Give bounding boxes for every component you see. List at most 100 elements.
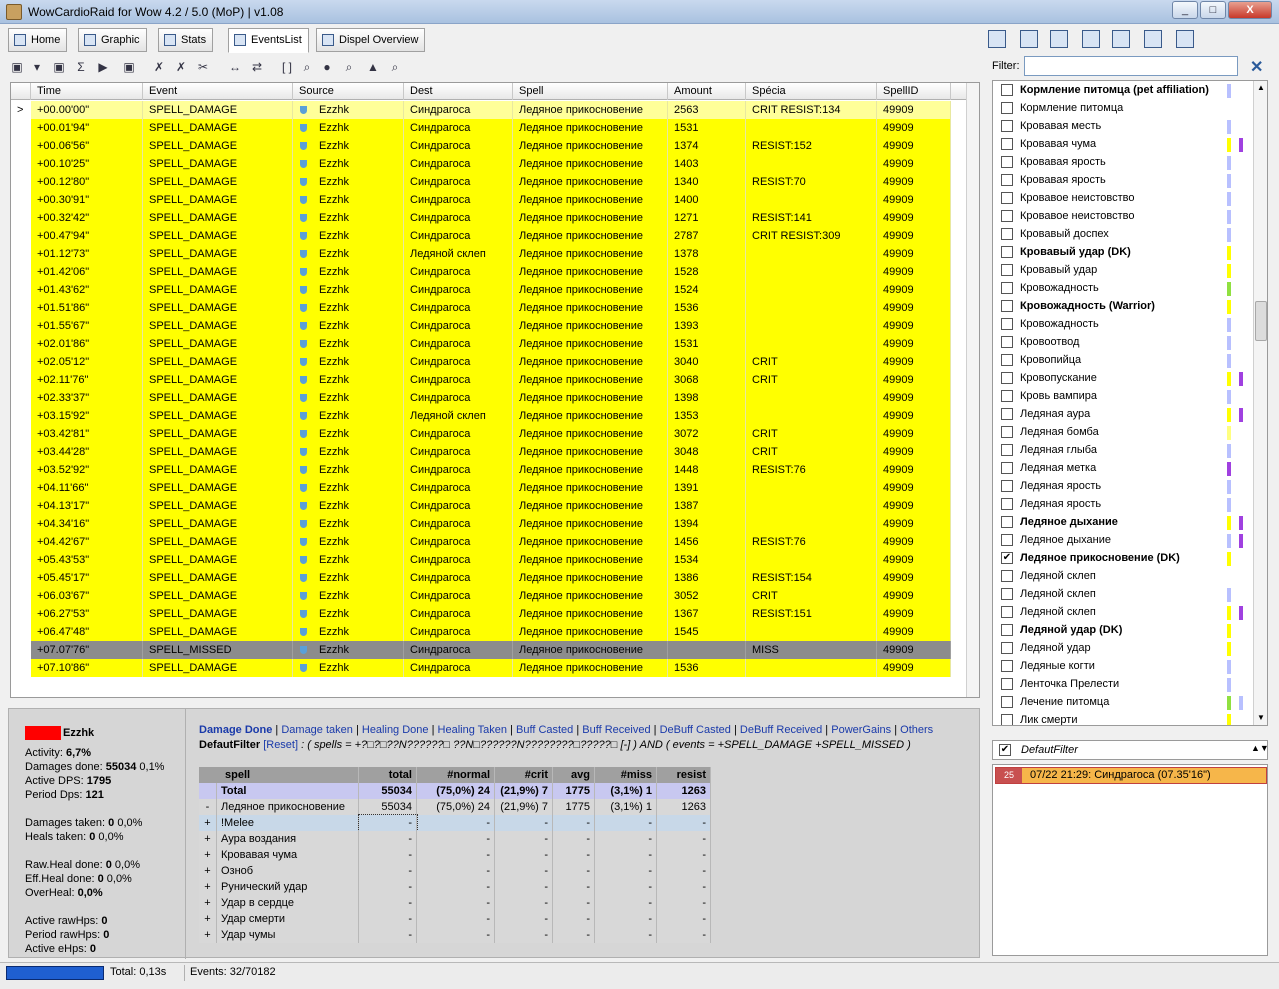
table-row[interactable]: > +00.00'00" SPELL_DAMAGE Ezzhk Синдрагоса Ле… <box>11 101 979 119</box>
filter-checkbox[interactable] <box>1001 156 1013 168</box>
table-row[interactable]: +00.47'94" SPELL_DAMAGE Ezzhk Синдрагоса Лед… <box>11 227 979 245</box>
filter-checkbox[interactable] <box>1001 282 1013 294</box>
table-row[interactable]: +03.42'81" SPELL_DAMAGE Ezzhk Синдрагоса Лед… <box>11 425 979 443</box>
expand-toggle[interactable] <box>199 783 217 799</box>
filter-checkbox[interactable] <box>1001 714 1013 725</box>
filter-item[interactable]: Ледяное дыхание <box>993 531 1251 549</box>
table-row[interactable]: +06.27'53" SPELL_DAMAGE Ezzhk Синдрагоса Лед… <box>11 605 979 623</box>
spell-table-row[interactable]: + Кровавая чума - - - - - - <box>199 847 711 863</box>
spell-table-row[interactable]: + !Melee - - - - - - <box>199 814 711 832</box>
spell-table-row[interactable]: + Рунический удар - - - - - - <box>199 879 711 895</box>
link-buff-casted[interactable]: Buff Casted <box>516 724 573 736</box>
table-row[interactable]: +01.51'86" SPELL_DAMAGE Ezzhk Синдрагоса Лед… <box>11 299 979 317</box>
table-row[interactable]: +00.30'91" SPELL_DAMAGE Ezzhk Синдрагоса Лед… <box>11 191 979 209</box>
tab-dispel-overview[interactable]: Dispel Overview <box>316 28 426 52</box>
column-header-event[interactable]: Event <box>143 83 293 100</box>
tag-icon[interactable] <box>1144 30 1162 48</box>
column-header-spellid[interactable]: SpellID <box>877 83 951 100</box>
filter-item[interactable]: Ледяной склеп <box>993 567 1251 585</box>
table-row[interactable]: +01.43'62" SPELL_DAMAGE Ezzhk Синдрагоса Лед… <box>11 281 979 299</box>
filter-item[interactable]: Кровожадность <box>993 279 1251 297</box>
column-header-spcia[interactable]: Spécia <box>746 83 877 100</box>
dropdown-icon[interactable]: ▲▼ <box>1251 743 1269 753</box>
list-icon[interactable] <box>988 30 1006 48</box>
spell-table-row[interactable]: + Удар в сердце - - - - - - <box>199 895 711 911</box>
filter-item[interactable]: Лечение питомца <box>993 693 1251 711</box>
filter-checkbox[interactable] <box>1001 534 1013 546</box>
filter-item[interactable]: Кровожадность (Warrior) <box>993 297 1251 315</box>
filter-checkbox[interactable] <box>1001 120 1013 132</box>
cross-red-icon[interactable]: ✗ <box>172 58 190 76</box>
close-button[interactable]: X <box>1228 1 1272 19</box>
filter-checkbox[interactable] <box>1001 192 1013 204</box>
header-total[interactable]: total <box>359 767 417 783</box>
cross-icon[interactable]: ✗ <box>150 58 168 76</box>
link-debuff-received[interactable]: DeBuff Received <box>740 724 822 736</box>
filter-item[interactable]: Ледяной удар <box>993 639 1251 657</box>
filter-item[interactable]: Кровавое неистовство <box>993 189 1251 207</box>
table-icon[interactable] <box>1050 30 1068 48</box>
table-row[interactable]: +00.01'94" SPELL_DAMAGE Ezzhk Синдрагоса Лед… <box>11 119 979 137</box>
scroll-down-icon[interactable]: ▼ <box>1254 711 1267 725</box>
column-header-dest[interactable]: Dest <box>404 83 513 100</box>
table-row[interactable]: +03.44'28" SPELL_DAMAGE Ezzhk Синдрагоса Лед… <box>11 443 979 461</box>
table-row[interactable]: +00.12'80" SPELL_DAMAGE Ezzhk Синдрагоса Лед… <box>11 173 979 191</box>
filter-checkbox[interactable] <box>1001 372 1013 384</box>
filter-item[interactable]: Кровавая ярость <box>993 153 1251 171</box>
filter-checkbox[interactable] <box>1001 264 1013 276</box>
filter-item[interactable]: Кровоотвод <box>993 333 1251 351</box>
table-row[interactable]: +00.32'42" SPELL_DAMAGE Ezzhk Синдрагоса Лед… <box>11 209 979 227</box>
expand-toggle[interactable]: + <box>199 911 217 927</box>
expand-toggle[interactable]: + <box>199 927 217 943</box>
table-row[interactable]: +04.34'16" SPELL_DAMAGE Ezzhk Синдрагоса Лед… <box>11 515 979 533</box>
filter-checkbox[interactable] <box>1001 300 1013 312</box>
filter-item[interactable]: Кормление питомца (pet affiliation) <box>993 81 1251 99</box>
table-row[interactable]: +04.42'67" SPELL_DAMAGE Ezzhk Синдрагоса Лед… <box>11 533 979 551</box>
filter-checkbox[interactable] <box>1001 84 1013 96</box>
filter-item[interactable]: Ледяной склеп <box>993 603 1251 621</box>
swap-icon[interactable]: ⇄ <box>248 58 266 76</box>
filter-item[interactable]: Кровавый доспех <box>993 225 1251 243</box>
filter-item[interactable]: Ледяная ярость <box>993 495 1251 513</box>
table-row[interactable]: +01.42'06" SPELL_DAMAGE Ezzhk Синдрагоса Лед… <box>11 263 979 281</box>
filter-checkbox[interactable] <box>1001 624 1013 636</box>
column-header-amount[interactable]: Amount <box>668 83 746 100</box>
scissors-icon[interactable]: ✂ <box>194 58 212 76</box>
filter-checkbox[interactable] <box>1001 696 1013 708</box>
spell-table-row[interactable]: + Аура воздания - - - - - - <box>199 831 711 847</box>
sum-icon[interactable]: Σ <box>72 58 90 76</box>
filter-checkbox[interactable] <box>1001 678 1013 690</box>
expand-toggle[interactable]: + <box>199 895 217 911</box>
link-buff-received[interactable]: Buff Received <box>582 724 650 736</box>
tab-home[interactable]: Home <box>8 28 68 52</box>
filter-item[interactable]: Кровавое неистовство <box>993 207 1251 225</box>
table-row[interactable]: +04.13'17" SPELL_DAMAGE Ezzhk Синдрагоса Лед… <box>11 497 979 515</box>
table-row[interactable]: +03.52'92" SPELL_DAMAGE Ezzhk Синдрагоса Лед… <box>11 461 979 479</box>
link-damage-done[interactable]: Damage Done <box>199 724 272 736</box>
table-row[interactable]: +07.10'86" SPELL_DAMAGE Ezzhk Синдрагоса Лед… <box>11 659 979 677</box>
filter-item[interactable]: Кровопийца <box>993 351 1251 369</box>
expand-toggle[interactable]: + <box>199 879 217 895</box>
table-row[interactable]: +01.55'67" SPELL_DAMAGE Ezzhk Синдрагоса Лед… <box>11 317 979 335</box>
filter-checkbox[interactable] <box>1001 210 1013 222</box>
header-crit[interactable]: #crit <box>495 767 553 783</box>
filter-item[interactable]: Кровожадность <box>993 315 1251 333</box>
default-filter-checkbox[interactable]: ✔ <box>999 744 1011 756</box>
link-healing-done[interactable]: Healing Done <box>362 724 429 736</box>
filter-item[interactable]: Ледяная ярость <box>993 477 1251 495</box>
filter-item[interactable]: Ледяная аура <box>993 405 1251 423</box>
clear-filter-icon[interactable]: ✕ <box>1250 57 1263 77</box>
column-header-time[interactable]: Time <box>31 83 143 100</box>
header-spell[interactable]: spell <box>199 767 359 783</box>
events-grid[interactable]: Time Event Source Dest Spell Amount Spécia Spel… <box>10 82 980 698</box>
table-row[interactable]: +06.47'48" SPELL_DAMAGE Ezzhk Синдрагоса Лед… <box>11 623 979 641</box>
filter-checkbox[interactable] <box>1001 102 1013 114</box>
scroll-thumb[interactable] <box>1255 301 1267 341</box>
filter-checkbox[interactable] <box>1001 516 1013 528</box>
filter-checkbox[interactable] <box>1001 606 1013 618</box>
filter-checkbox[interactable] <box>1001 228 1013 240</box>
spell-table-row[interactable]: + Удар смерти - - - - - - <box>199 911 711 927</box>
header-avg[interactable]: avg <box>553 767 595 783</box>
table-row[interactable]: +05.43'53" SPELL_DAMAGE Ezzhk Синдрагоса Лед… <box>11 551 979 569</box>
table-row[interactable]: +06.03'67" SPELL_DAMAGE Ezzhk Синдрагоса Лед… <box>11 587 979 605</box>
